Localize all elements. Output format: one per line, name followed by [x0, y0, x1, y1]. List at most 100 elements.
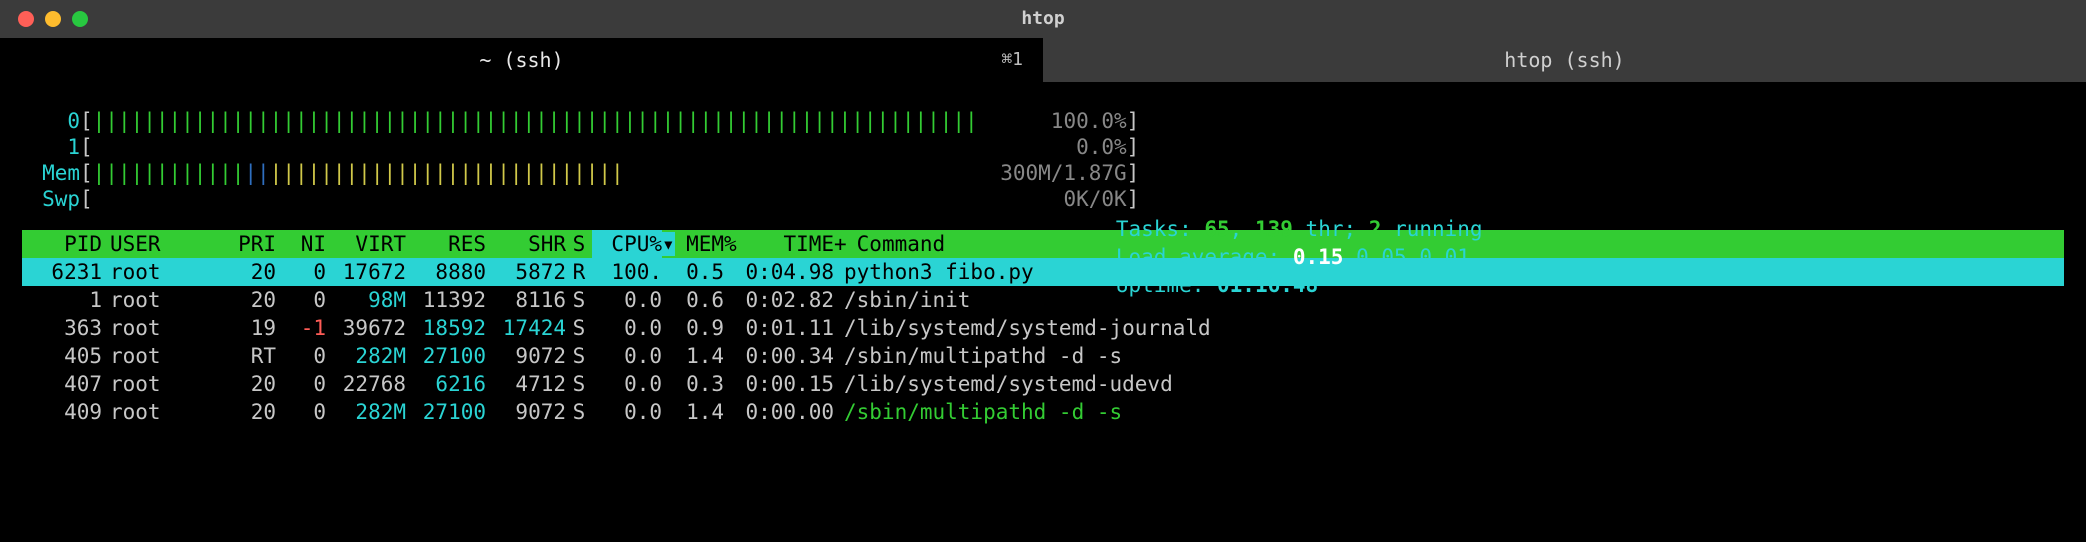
meter-bar [93, 134, 977, 160]
meter-bar [93, 186, 977, 212]
cell: S [566, 286, 592, 314]
meter-value: 100.0% [977, 108, 1127, 134]
cell: 17424 [486, 314, 566, 342]
minimize-icon[interactable] [45, 11, 61, 27]
cell: 0.6 [662, 286, 724, 314]
threads-count: 139 [1255, 217, 1293, 241]
cell: RT [212, 342, 276, 370]
cell: 20 [212, 258, 276, 286]
col-pid[interactable]: PID [22, 230, 102, 258]
cell: 18592 [406, 314, 486, 342]
cell: root [102, 286, 212, 314]
cell: 0 [276, 286, 326, 314]
close-icon[interactable] [18, 11, 34, 27]
col-cmd[interactable]: Command [847, 230, 946, 258]
uptime-value: 01:16:48 [1217, 273, 1318, 297]
col-ni[interactable]: NI [276, 230, 326, 258]
meter-mem: Mem[||||||||||||||||||||||||||||||||||||… [22, 160, 2064, 186]
cell: 0.0 [592, 342, 662, 370]
cell: S [566, 370, 592, 398]
cell: 27100 [406, 342, 486, 370]
load-5: 0.05 [1356, 245, 1407, 269]
tab-ssh-home[interactable]: ~ (ssh) ⌘1 [0, 38, 1043, 82]
bracket-open-icon: [ [80, 186, 93, 212]
tab-shortcut: ⌘1 [1001, 47, 1023, 73]
cell: root [102, 314, 212, 342]
load-15: 0.01 [1419, 245, 1470, 269]
col-user[interactable]: USER [102, 230, 212, 258]
cell: 0:00.15 [724, 370, 834, 398]
cell: 20 [212, 370, 276, 398]
cell: root [102, 258, 212, 286]
bracket-open-icon: [ [80, 160, 93, 186]
side-stats: Tasks: 65, 139 thr; 2 running Load avera… [1040, 190, 1483, 274]
cell: 100. [592, 258, 662, 286]
cell: 1.4 [662, 342, 724, 370]
cell: 0.9 [662, 314, 724, 342]
cell: /lib/systemd/systemd-journald [834, 314, 1211, 342]
cell: 0:04.98 [724, 258, 834, 286]
process-row[interactable]: 409root200282M271009072S0.01.40:00.00/sb… [22, 398, 2064, 426]
cell: 98M [326, 286, 406, 314]
cell: R [566, 258, 592, 286]
cell: 27100 [406, 398, 486, 426]
process-row[interactable]: 407root2002276862164712S0.00.30:00.15/li… [22, 370, 2064, 398]
col-cpu[interactable]: CPU% [592, 230, 662, 258]
tasks-count: 65 [1204, 217, 1229, 241]
tab-label: htop (ssh) [1504, 47, 1624, 73]
cell: 0.0 [592, 314, 662, 342]
cell: 0 [276, 398, 326, 426]
cell: /sbin/init [834, 286, 970, 314]
col-s[interactable]: S [566, 230, 592, 258]
col-pri[interactable]: PRI [212, 230, 276, 258]
loadavg-label: Load average: [1116, 245, 1293, 269]
cell: 39672 [326, 314, 406, 342]
cell: 9072 [486, 342, 566, 370]
col-shr[interactable]: SHR [486, 230, 566, 258]
cell: 1 [22, 286, 102, 314]
meter-label: 0 [22, 108, 80, 134]
col-time[interactable]: TIME+ [737, 230, 847, 258]
col-res[interactable]: RES [406, 230, 486, 258]
running-count: 2 [1369, 217, 1382, 241]
meter-label: Swp [22, 186, 80, 212]
cell: 407 [22, 370, 102, 398]
cell: 22768 [326, 370, 406, 398]
load-1: 0.15 [1293, 245, 1344, 269]
cell: 405 [22, 342, 102, 370]
cell: 0:00.34 [724, 342, 834, 370]
cell: /sbin/multipathd -d -s [834, 342, 1122, 370]
cell: 0:00.00 [724, 398, 834, 426]
col-virt[interactable]: VIRT [326, 230, 406, 258]
cell: S [566, 398, 592, 426]
zoom-icon[interactable] [72, 11, 88, 27]
uptime-label: Uptime: [1116, 273, 1217, 297]
tab-ssh-htop[interactable]: htop (ssh) [1043, 38, 2086, 82]
meter-0: 0[||||||||||||||||||||||||||||||||||||||… [22, 108, 2064, 134]
meter-label: 1 [22, 134, 80, 160]
col-mem[interactable]: MEM% [675, 230, 737, 258]
cell: 0.0 [592, 286, 662, 314]
meter-1: 1[ 0.0%] [22, 134, 2064, 160]
cell: root [102, 370, 212, 398]
meter-value: 300M/1.87G [977, 160, 1127, 186]
cell: 19 [212, 314, 276, 342]
terminal-viewport[interactable]: 0[||||||||||||||||||||||||||||||||||||||… [0, 82, 2086, 426]
cell: /sbin/multipathd -d -s [834, 398, 1122, 426]
cell: 0:01.11 [724, 314, 834, 342]
cell: 17672 [326, 258, 406, 286]
cell: 4712 [486, 370, 566, 398]
meter-bar: ||||||||||||||||||||||||||||||||||||||||… [93, 160, 977, 186]
cell: S [566, 314, 592, 342]
bracket-open-icon: [ [80, 108, 93, 134]
cell: 282M [326, 342, 406, 370]
cell: root [102, 342, 212, 370]
cell: 363 [22, 314, 102, 342]
process-row[interactable]: 405rootRT0282M271009072S0.01.40:00.34/sb… [22, 342, 2064, 370]
cell: root [102, 398, 212, 426]
cell: 0 [276, 370, 326, 398]
meter-label: Mem [22, 160, 80, 186]
cell: 20 [212, 398, 276, 426]
sort-desc-icon: ▾ [662, 232, 675, 256]
running-suffix: running [1381, 217, 1482, 241]
